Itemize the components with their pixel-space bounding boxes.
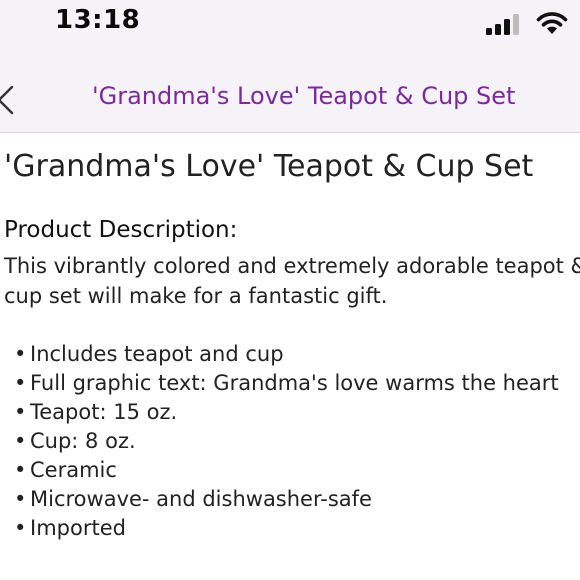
feature-item: • Imported <box>14 514 559 543</box>
feature-item: • Full graphic text: Grandma's love warms… <box>14 369 559 398</box>
navigation-bar: 'Grandma's Love' Teapot & Cup Set <box>0 48 580 133</box>
product-title: 'Grandma's Love' Teapot & Cup Set <box>4 149 534 184</box>
bullet: • <box>14 516 27 540</box>
feature-text: Teapot: 15 oz. <box>30 400 178 424</box>
status-time: 13:18 <box>55 5 141 35</box>
scrolled-content-peek <box>22 133 50 136</box>
feature-list: • Includes teapot and cup • Full graphic t… <box>14 340 559 543</box>
feature-text: Cup: 8 oz. <box>30 429 136 453</box>
feature-item: • Teapot: 15 oz. <box>14 398 559 427</box>
feature-text: Full graphic text: Grandma's love warms … <box>30 371 559 395</box>
description-heading: Product Description: <box>4 217 238 243</box>
feature-item: • Microwave- and dishwasher-safe <box>14 485 559 514</box>
feature-text: Includes teapot and cup <box>30 342 284 366</box>
feature-item: • Cup: 8 oz. <box>14 427 559 456</box>
feature-text: Microwave- and dishwasher-safe <box>30 487 372 511</box>
description-line: This vibrantly colored and extremely ado… <box>4 254 580 278</box>
back-chevron-icon[interactable] <box>0 84 16 116</box>
feature-item: • Ceramic <box>14 456 559 485</box>
bullet: • <box>14 429 27 453</box>
bullet: • <box>14 458 27 482</box>
feature-text: Ceramic <box>30 458 117 482</box>
bullet: • <box>14 342 27 366</box>
feature-text: Imported <box>30 516 126 540</box>
cellular-signal-icon <box>486 14 519 35</box>
description-line: cup set will make for a fantastic gift. <box>4 284 388 308</box>
description-text: This vibrantly colored and extremely ado… <box>4 251 580 311</box>
nav-title: 'Grandma's Love' Teapot & Cup Set <box>92 82 516 110</box>
bullet: • <box>14 487 27 511</box>
feature-item: • Includes teapot and cup <box>14 340 559 369</box>
bullet: • <box>14 371 27 395</box>
wifi-icon <box>536 12 568 34</box>
bullet: • <box>14 400 27 424</box>
status-bar: 13:18 <box>0 0 580 48</box>
